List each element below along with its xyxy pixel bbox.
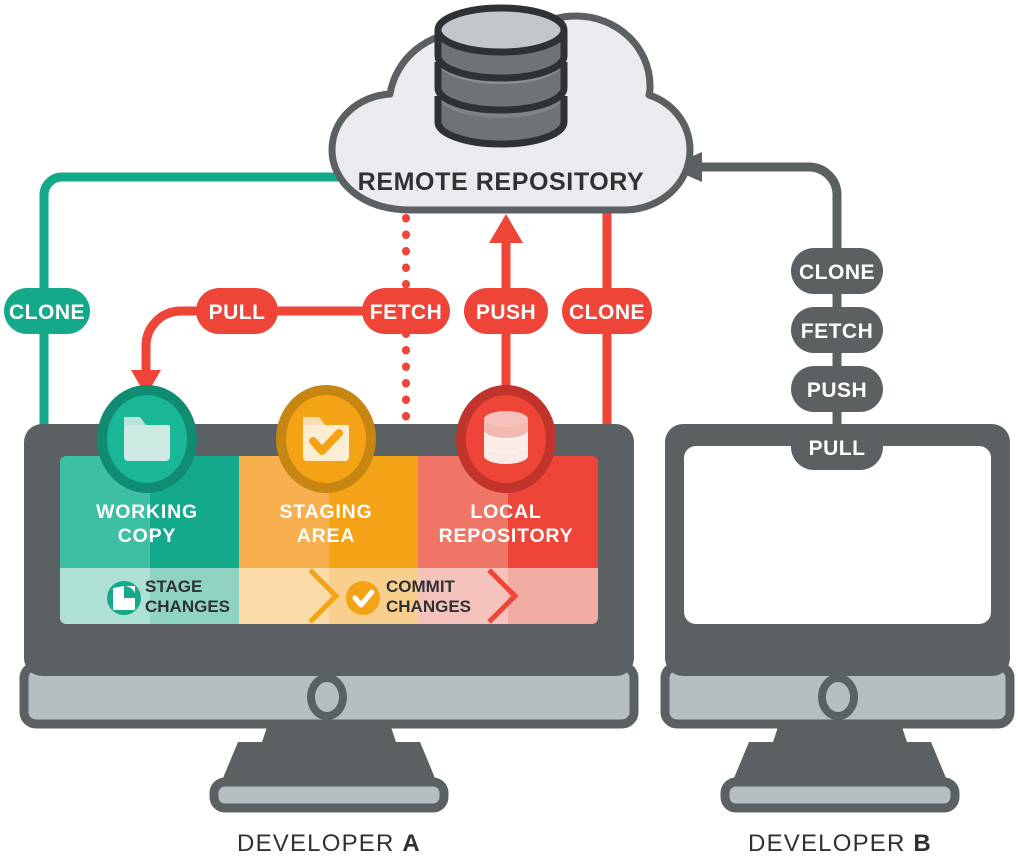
pill-b-clone-label: CLONE bbox=[799, 261, 875, 284]
database-icon bbox=[484, 411, 528, 464]
developer-b-caption-prefix: DEVELOPER bbox=[748, 830, 913, 857]
developer-a-caption-bold: A bbox=[402, 830, 421, 857]
pill-b-pull-label: PULL bbox=[809, 437, 866, 460]
pill-pull[interactable]: PULL bbox=[196, 288, 278, 334]
column-label-local-repo-line2: REPOSITORY bbox=[439, 525, 574, 547]
monitor-b-power-button[interactable] bbox=[818, 674, 858, 720]
staging-area-badge[interactable] bbox=[276, 385, 376, 493]
local-repository-badge[interactable] bbox=[456, 385, 556, 493]
pill-clone-left[interactable]: CLONE bbox=[4, 288, 90, 334]
pill-b-fetch-label: FETCH bbox=[801, 320, 874, 343]
commit-changes-line2: CHANGES bbox=[386, 597, 471, 616]
pill-push[interactable]: PUSH bbox=[464, 288, 548, 334]
pill-b-push-label: PUSH bbox=[807, 379, 867, 402]
pill-fetch[interactable]: FETCH bbox=[362, 288, 450, 334]
pill-push-label: PUSH bbox=[476, 301, 536, 324]
remote-database-icon bbox=[434, 4, 568, 148]
pill-b-push[interactable]: PUSH bbox=[791, 366, 883, 412]
check-circle-icon bbox=[346, 581, 380, 615]
developer-b-caption: DEVELOPER B bbox=[748, 830, 932, 857]
column-label-local-repo-line1: LOCAL bbox=[470, 501, 541, 523]
remote-repository-label: REMOTE REPOSITORY bbox=[358, 168, 645, 196]
stage-changes-line1: STAGE bbox=[145, 577, 202, 596]
monitor-a-power-button[interactable] bbox=[307, 674, 347, 720]
pill-fetch-label: FETCH bbox=[370, 301, 443, 324]
column-label-working-copy-line2: COPY bbox=[118, 525, 176, 547]
column-label-staging-line1: STAGING bbox=[280, 501, 373, 523]
pill-clone-right[interactable]: CLONE bbox=[562, 288, 652, 334]
fetch-path-dotted bbox=[402, 214, 460, 460]
stage-changes-line2: CHANGES bbox=[145, 597, 230, 616]
developer-b-screen bbox=[684, 446, 991, 624]
working-copy-badge[interactable] bbox=[97, 385, 197, 493]
git-workflow-diagram: REMOTE REPOSITORY WORKING COPY STAGING A… bbox=[0, 0, 1018, 858]
remote-repository-cloud[interactable]: REMOTE REPOSITORY bbox=[328, 4, 694, 214]
pill-b-fetch[interactable]: FETCH bbox=[791, 307, 883, 353]
pill-clone-right-label: CLONE bbox=[569, 301, 645, 324]
developer-b-caption-bold: B bbox=[913, 830, 932, 857]
pill-clone-left-label: CLONE bbox=[9, 301, 85, 324]
pull-path-red bbox=[131, 306, 205, 396]
column-label-staging-line2: AREA bbox=[297, 525, 355, 547]
pill-b-clone[interactable]: CLONE bbox=[791, 248, 883, 294]
column-label-working-copy-line1: WORKING bbox=[96, 501, 198, 523]
pill-pull-label: PULL bbox=[209, 301, 266, 324]
developer-a-caption: DEVELOPER A bbox=[237, 830, 421, 857]
commit-changes-line1: COMMIT bbox=[386, 577, 456, 596]
developer-b-monitor bbox=[660, 424, 1015, 813]
pill-b-pull[interactable]: PULL bbox=[791, 424, 883, 470]
developer-a-caption-prefix: DEVELOPER bbox=[237, 830, 402, 857]
action-commit-changes[interactable]: COMMIT CHANGES bbox=[346, 577, 471, 616]
